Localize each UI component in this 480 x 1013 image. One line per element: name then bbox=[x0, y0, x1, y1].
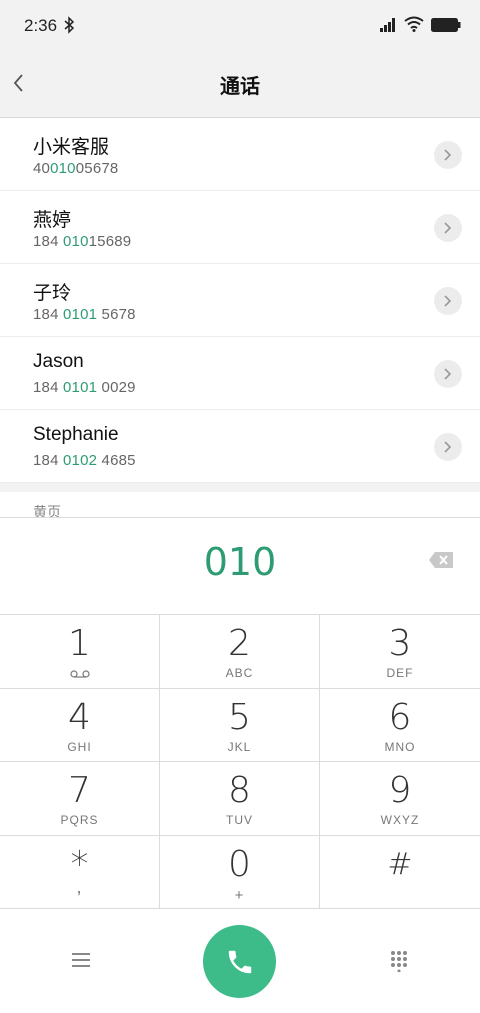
key-letters: MNO bbox=[384, 739, 416, 754]
key-5[interactable]: 5 JKL bbox=[160, 688, 320, 762]
contact-number: 184 0102 4685 bbox=[33, 452, 136, 469]
battery-icon bbox=[431, 18, 461, 32]
contact-row[interactable]: 子玲 184 0101 5678 bbox=[0, 264, 480, 337]
dialpad-icon[interactable] bbox=[388, 950, 410, 972]
list-divider bbox=[0, 483, 480, 492]
contact-name: 燕婷 bbox=[33, 210, 72, 231]
key-letters: PQRS bbox=[60, 813, 99, 827]
contact-detail-button[interactable] bbox=[434, 141, 462, 169]
contact-list: 小米客服 4001005678 燕婷 184 01015689 子玲 184 0… bbox=[0, 118, 480, 483]
dial-display: 010 bbox=[0, 517, 480, 615]
chevron-right-icon bbox=[444, 441, 452, 453]
number-match: 010 bbox=[50, 160, 76, 177]
contact-number: 184 0101 5678 bbox=[33, 306, 136, 323]
contact-detail-button[interactable] bbox=[434, 214, 462, 242]
key-digit: # bbox=[387, 846, 413, 882]
key-7[interactable]: 7 PQRS bbox=[0, 762, 160, 836]
key-4[interactable]: 4 GHI bbox=[0, 688, 160, 762]
backspace-icon[interactable] bbox=[428, 551, 454, 569]
key-digit: 3 bbox=[388, 623, 412, 664]
key-digit: 0 bbox=[228, 843, 251, 885]
chevron-right-icon bbox=[444, 222, 452, 234]
contact-row[interactable]: 小米客服 4001005678 bbox=[0, 118, 480, 191]
key-hash[interactable]: # bbox=[320, 836, 480, 909]
contact-detail-button[interactable] bbox=[434, 433, 462, 461]
page-title: 通话 bbox=[220, 76, 260, 98]
key-star[interactable]: * , bbox=[0, 835, 160, 909]
chevron-right-icon bbox=[444, 295, 452, 307]
dialed-number: 010 bbox=[203, 540, 277, 584]
key-digit: 4 bbox=[68, 696, 91, 738]
contact-row[interactable]: 燕婷 184 01015689 bbox=[0, 191, 480, 264]
contact-detail-button[interactable] bbox=[434, 287, 462, 315]
key-1[interactable]: 1 bbox=[0, 615, 160, 689]
contact-row[interactable]: Stephanie 184 0102 4685 bbox=[0, 410, 480, 483]
key-9[interactable]: 9 WXYZ bbox=[320, 762, 480, 836]
menu-icon[interactable] bbox=[70, 950, 92, 970]
contact-name: Stephanie bbox=[33, 424, 119, 445]
key-digit: 9 bbox=[388, 770, 412, 811]
key-letters: WXYZ bbox=[380, 813, 420, 827]
phone-icon bbox=[228, 950, 252, 974]
key-digit: 6 bbox=[388, 696, 412, 738]
bottom-action-bar bbox=[0, 910, 480, 1013]
number-match: 0101 bbox=[63, 306, 98, 323]
key-letters: GHI bbox=[67, 739, 92, 754]
contact-name: Jason bbox=[33, 351, 84, 372]
key-digit: 8 bbox=[228, 770, 251, 811]
key-digit: 1 bbox=[68, 623, 91, 664]
dialpad: 1 2 ABC 3 DEF 4 GHI 5 JKL 6 MNO 7 PQRS 8… bbox=[0, 615, 480, 910]
key-6[interactable]: 6 MNO bbox=[320, 689, 480, 762]
contact-detail-button[interactable] bbox=[434, 360, 462, 388]
key-letters: JKL bbox=[227, 739, 252, 754]
voicemail-icon bbox=[69, 670, 90, 678]
number-match: 010 bbox=[63, 233, 89, 250]
contact-name: 小米客服 bbox=[33, 137, 110, 158]
key-digit: 7 bbox=[68, 770, 91, 811]
key-letters: ABC bbox=[225, 666, 254, 680]
status-time: 2:36 bbox=[24, 16, 58, 35]
signal-icon bbox=[380, 18, 395, 32]
number-match: 0102 bbox=[63, 452, 98, 469]
bluetooth-icon bbox=[64, 16, 75, 34]
key-letters: , bbox=[76, 876, 83, 897]
app-header: 通话 bbox=[0, 52, 480, 118]
key-letters: DEF bbox=[386, 666, 414, 680]
wifi-icon bbox=[404, 16, 424, 32]
status-bar: 2:36 bbox=[0, 0, 480, 52]
key-digit: 2 bbox=[228, 623, 251, 664]
key-letters: TUV bbox=[226, 813, 253, 827]
contact-row[interactable]: Jason 184 0101 0029 bbox=[0, 337, 480, 410]
chevron-right-icon bbox=[444, 368, 452, 380]
key-0[interactable]: 0 + bbox=[160, 835, 320, 909]
number-match: 0101 bbox=[63, 379, 98, 396]
contact-number: 4001005678 bbox=[33, 160, 119, 177]
key-digit: 5 bbox=[228, 696, 251, 738]
key-2[interactable]: 2 ABC bbox=[160, 615, 320, 689]
chevron-right-icon bbox=[444, 149, 452, 161]
key-3[interactable]: 3 DEF bbox=[320, 615, 480, 689]
contact-number: 184 01015689 bbox=[33, 233, 132, 250]
key-letters: + bbox=[234, 886, 245, 904]
contact-name: 子玲 bbox=[33, 283, 72, 304]
contact-number: 184 0101 0029 bbox=[33, 379, 136, 396]
call-button[interactable] bbox=[203, 925, 276, 998]
key-8[interactable]: 8 TUV bbox=[160, 762, 320, 836]
